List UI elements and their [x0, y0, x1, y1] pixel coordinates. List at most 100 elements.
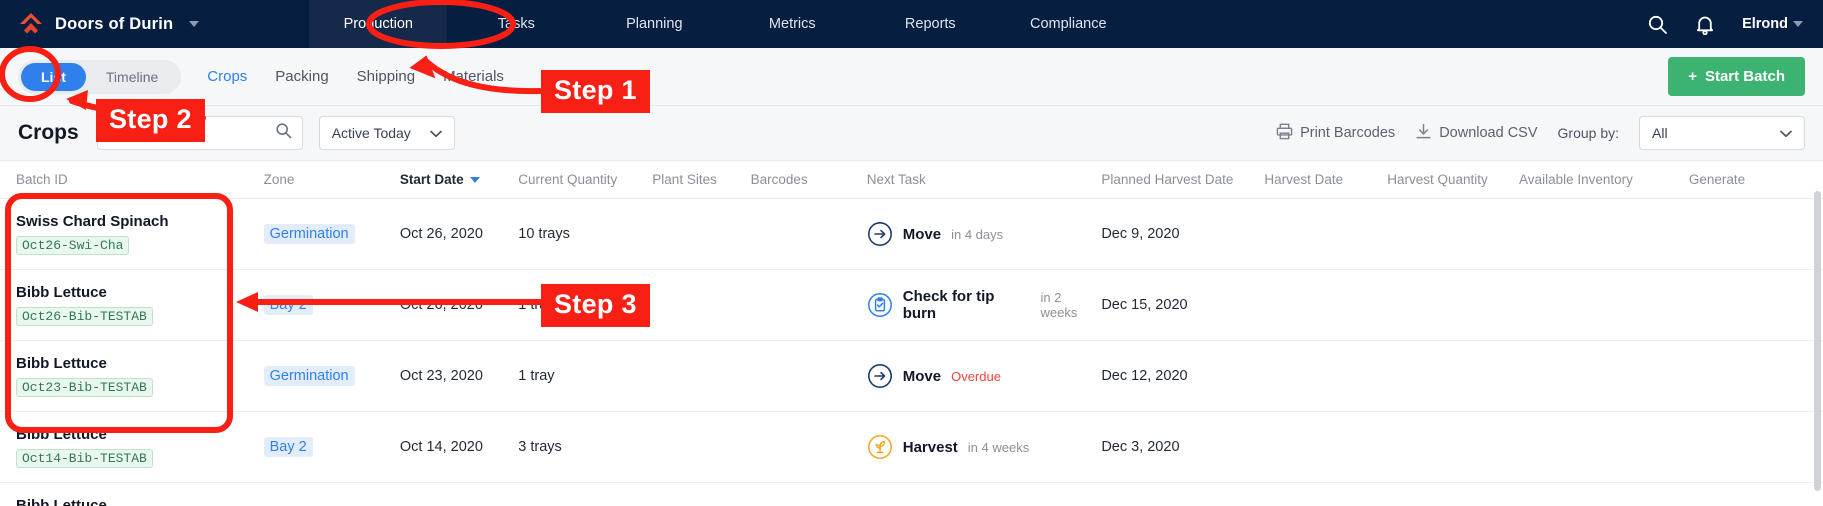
table-row[interactable]: Bibb Lettuce Oct26-Bib-TESTAB Bay 2 Oct 26,… [0, 269, 1823, 341]
cell-next-task[interactable]: Move in 4 days [866, 198, 1102, 270]
nav-item-reports[interactable]: Reports [861, 0, 999, 48]
download-icon [1415, 123, 1432, 144]
chevron-down-icon [189, 21, 200, 27]
column-label: Harvest Date [1264, 172, 1344, 187]
cell-zone[interactable] [263, 482, 400, 506]
cell-barcodes [750, 269, 867, 341]
crops-table: Batch ID Zone Start Date Current Quantit… [0, 161, 1823, 506]
secondary-toolbar: List Timeline Crops Packing Shipping Mat… [0, 48, 1823, 106]
column-label: Available Inventory [1519, 172, 1633, 187]
column-label: Plant Sites [652, 172, 717, 187]
print-barcodes-label: Print Barcodes [1300, 125, 1396, 141]
column-header-planned-harvest-date[interactable]: Planned Harvest Date [1101, 161, 1265, 199]
download-csv-label: Download CSV [1439, 125, 1538, 141]
column-header-plant-sites[interactable]: Plant Sites [652, 161, 751, 199]
batch-code: Oct14-Bib-TESTAB [16, 449, 153, 468]
zone-badge: Bay 2 [263, 295, 313, 315]
bell-icon[interactable] [1694, 13, 1716, 35]
plus-icon: + [1688, 68, 1697, 85]
cell-harvest-quantity [1387, 482, 1520, 506]
cell-next-task[interactable] [866, 482, 1102, 506]
next-task[interactable]: Move Overdue [867, 363, 1102, 389]
cell-batch-id[interactable]: Bibb Lettuce Oct14-Bib-TESTAB [0, 411, 264, 483]
vertical-scrollbar[interactable] [1814, 191, 1821, 491]
column-header-generate[interactable]: Generate [1688, 161, 1823, 199]
next-task[interactable]: Harvest in 4 weeks [867, 434, 1102, 460]
column-header-batch-id[interactable]: Batch ID [0, 161, 264, 199]
column-header-current-quantity[interactable]: Current Quantity [518, 161, 653, 199]
column-header-start-date[interactable]: Start Date [399, 161, 519, 199]
cell-plant-sites [652, 340, 751, 412]
tab-materials[interactable]: Materials [443, 68, 504, 85]
nav-item-planning[interactable]: Planning [585, 0, 723, 48]
column-header-barcodes[interactable]: Barcodes [750, 161, 867, 199]
tab-crops[interactable]: Crops [207, 68, 247, 85]
batch-name: Bibb Lettuce [16, 284, 107, 301]
cell-next-task[interactable]: Check for tip burn in 2 weeks [866, 269, 1102, 341]
cell-barcodes [750, 340, 867, 412]
cell-harvest-date [1264, 340, 1388, 412]
cell-batch-id[interactable]: Swiss Chard Spinach Oct26-Swi-Cha [0, 198, 264, 270]
view-mode-list[interactable]: List [21, 62, 86, 91]
cell-plant-sites [652, 198, 751, 270]
task-name: Move [902, 367, 942, 385]
group-by-select[interactable]: All [1639, 116, 1805, 150]
cell-batch-id[interactable]: Bibb Lettuce Oct26-Bib-TESTAB [0, 269, 264, 341]
start-batch-button[interactable]: + Start Batch [1668, 57, 1805, 96]
nav-item-production[interactable]: Production [309, 0, 448, 48]
table-row[interactable]: Swiss Chard Spinach Oct26-Swi-Cha Germinat… [0, 198, 1823, 270]
cell-next-task[interactable]: Move Overdue [866, 340, 1102, 412]
batch-name: Bibb Lettuce [16, 426, 107, 443]
download-csv-button[interactable]: Download CSV [1415, 123, 1538, 144]
cell-plant-sites [652, 411, 751, 483]
table-row[interactable]: Bibb Lettuce Oct23-Bib-TESTAB Germination O… [0, 340, 1823, 412]
tab-packing[interactable]: Packing [275, 68, 328, 85]
cell-batch-id[interactable]: Bibb Lettuce [0, 482, 264, 506]
column-header-available-inventory[interactable]: Available Inventory [1519, 161, 1689, 199]
column-label: Generate [1688, 172, 1746, 187]
cell-next-task[interactable]: Harvest in 4 weeks [866, 411, 1102, 483]
cell-available-inventory [1519, 198, 1689, 270]
batch-name: Swiss Chard Spinach [16, 213, 169, 230]
table-header: Batch ID Zone Start Date Current Quantit… [0, 161, 1823, 199]
table-row[interactable]: Bibb Lettuce Oct14-Bib-TESTAB Bay 2 Oct 14,… [0, 411, 1823, 483]
cell-zone[interactable]: Germination [263, 198, 400, 270]
cell-start-date: Oct 23, 2020 [399, 340, 519, 412]
next-task[interactable]: Move in 4 days [867, 221, 1102, 247]
top-navigation-bar: Doors of Durin Production Tasks Planning… [0, 0, 1823, 48]
view-mode-label: Timeline [105, 68, 159, 85]
column-header-harvest-quantity[interactable]: Harvest Quantity [1387, 161, 1520, 199]
next-task[interactable]: Check for tip burn in 2 weeks [867, 288, 1102, 322]
cell-zone[interactable]: Germination [263, 340, 400, 412]
cell-zone[interactable]: Bay 2 [263, 269, 400, 341]
table-row[interactable]: Bibb Lettuce [0, 482, 1823, 506]
brand-menu[interactable]: Doors of Durin [0, 0, 200, 48]
tab-label: Packing [275, 68, 329, 85]
annotation-label-step2: Step 2 [96, 99, 205, 142]
tab-shipping[interactable]: Shipping [357, 68, 415, 85]
nav-label: Production [343, 16, 413, 32]
move-arrow-icon [867, 221, 893, 247]
status-filter-select[interactable]: Active Today [318, 116, 455, 150]
column-header-zone[interactable]: Zone [263, 161, 400, 199]
nav-item-compliance[interactable]: Compliance [999, 0, 1137, 48]
view-mode-label: List [41, 68, 66, 85]
column-header-next-task[interactable]: Next Task [866, 161, 1102, 199]
user-menu[interactable]: Elrond [1742, 16, 1803, 32]
task-due: Overdue [951, 368, 1001, 384]
nav-item-metrics[interactable]: Metrics [723, 0, 861, 48]
cell-planned-harvest-date [1101, 482, 1265, 506]
cell-harvest-quantity [1387, 411, 1520, 483]
sprout-harvest-icon [867, 434, 893, 460]
app-root: Doors of Durin Production Tasks Planning… [0, 0, 1823, 506]
cell-zone[interactable]: Bay 2 [263, 411, 400, 483]
nav-item-tasks[interactable]: Tasks [447, 0, 585, 48]
search-icon[interactable] [275, 122, 292, 144]
print-barcodes-button[interactable]: Print Barcodes [1276, 123, 1395, 144]
column-header-harvest-date[interactable]: Harvest Date [1264, 161, 1388, 199]
search-icon[interactable] [1646, 13, 1668, 35]
cell-harvest-quantity [1387, 198, 1520, 270]
cell-batch-id[interactable]: Bibb Lettuce Oct23-Bib-TESTAB [0, 340, 264, 412]
cell-harvest-date [1264, 198, 1388, 270]
view-mode-timeline[interactable]: Timeline [86, 63, 178, 91]
